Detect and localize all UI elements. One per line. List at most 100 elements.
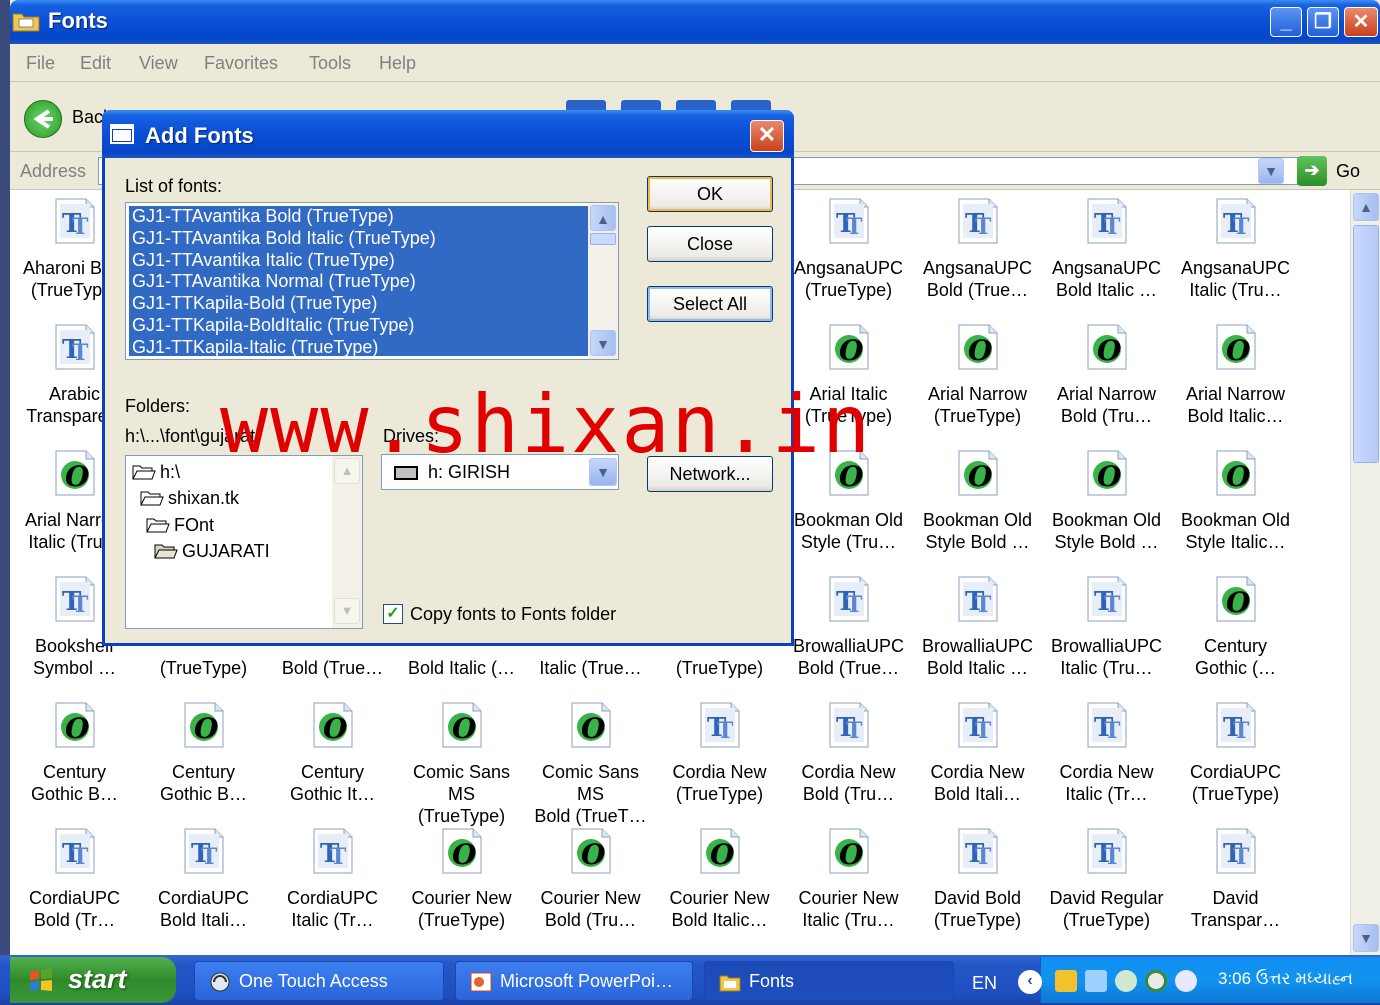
- font-item[interactable]: T T David Transpar…: [1171, 820, 1300, 946]
- font-list-scrollbar[interactable]: ▲ ▼: [588, 203, 618, 359]
- list-item[interactable]: GJ1-TTKapila-BoldItalic (TrueType): [129, 315, 588, 337]
- font-item[interactable]: T T AngsanaUPC Italic (Tru…: [1171, 190, 1300, 316]
- menu-file[interactable]: File: [26, 53, 55, 74]
- start-button[interactable]: start: [10, 957, 176, 1003]
- font-item[interactable]: O Century Gothic B…: [139, 694, 268, 820]
- font-name-line2: Bold (Tru…: [802, 784, 895, 804]
- tray-status-icon[interactable]: [1145, 970, 1167, 992]
- font-item[interactable]: O Bookman Old Style Bold …: [913, 442, 1042, 568]
- close-dialog-button[interactable]: Close: [647, 226, 773, 262]
- font-item[interactable]: O Comic Sans MS (TrueType): [397, 694, 526, 826]
- vertical-scrollbar[interactable]: ▲ ▼: [1350, 190, 1380, 955]
- scroll-up-button[interactable]: ▲: [590, 205, 616, 231]
- ok-button[interactable]: OK: [647, 176, 773, 212]
- font-item[interactable]: O Courier New (TrueType): [397, 820, 526, 946]
- font-name-line1: BrowalliaUPC: [792, 636, 905, 656]
- tree-item-root[interactable]: h:\: [132, 460, 180, 484]
- back-button[interactable]: [24, 100, 62, 138]
- maximize-button[interactable]: ❐: [1307, 7, 1339, 37]
- list-item[interactable]: GJ1-TTKapila-Italic (TrueType): [129, 337, 588, 359]
- tree-item-shixan[interactable]: shixan.tk: [140, 486, 239, 510]
- font-item[interactable]: T T CordiaUPC Bold (Tr…: [10, 820, 139, 946]
- font-item[interactable]: T T CordiaUPC Italic (Tr…: [268, 820, 397, 946]
- font-item[interactable]: O Century Gothic B…: [10, 694, 139, 820]
- font-item[interactable]: T T AngsanaUPC Bold (True…: [913, 190, 1042, 316]
- font-name-line2: (TrueType): [933, 406, 1022, 426]
- task-one-touch-access[interactable]: One Touch Access: [194, 961, 444, 1001]
- menu-help[interactable]: Help: [379, 53, 416, 74]
- list-item[interactable]: GJ1-TTKapila-Bold (TrueType): [129, 293, 588, 315]
- font-item[interactable]: T T David Bold (TrueType): [913, 820, 1042, 946]
- font-item[interactable]: O Arial Narrow (TrueType): [913, 316, 1042, 442]
- font-name-line2: Bold Italic…: [671, 910, 768, 930]
- scroll-down-button[interactable]: ▼: [590, 330, 616, 356]
- font-item[interactable]: T T Cordia New Italic (Tr…: [1042, 694, 1171, 820]
- font-item[interactable]: O Bookman Old Style Italic…: [1171, 442, 1300, 568]
- font-item[interactable]: O Arial Narrow Bold Italic…: [1171, 316, 1300, 442]
- font-item[interactable]: O Century Gothic It…: [268, 694, 397, 820]
- scroll-up-button[interactable]: ▲: [1353, 193, 1379, 221]
- font-item[interactable]: T T David Regular (TrueType): [1042, 820, 1171, 946]
- tree-item-gujarati[interactable]: GUJARATI: [154, 539, 270, 563]
- font-item[interactable]: O Arial Narrow Bold (Tru…: [1042, 316, 1171, 442]
- font-item-label: Bookman Old Style Italic…: [1171, 509, 1300, 553]
- scroll-down-button[interactable]: ▼: [1353, 924, 1379, 952]
- font-item[interactable]: T T AngsanaUPC (TrueType): [784, 190, 913, 316]
- task-powerpoint[interactable]: Microsoft PowerPoi…: [455, 961, 693, 1001]
- menu-tools[interactable]: Tools: [309, 53, 351, 74]
- list-item[interactable]: GJ1-TTAvantika Italic (TrueType): [129, 250, 588, 272]
- select-all-button[interactable]: Select All: [647, 286, 773, 322]
- list-item[interactable]: GJ1-TTAvantika Bold (TrueType): [129, 206, 588, 228]
- font-item[interactable]: O Courier New Italic (Tru…: [784, 820, 913, 946]
- folder-tree[interactable]: h:\ shixan.tk FOnt GUJARATI ▲ ▼: [125, 455, 363, 629]
- minimize-button[interactable]: _: [1270, 7, 1302, 37]
- font-item[interactable]: T T BrowalliaUPC Italic (Tru…: [1042, 568, 1171, 694]
- menu-edit[interactable]: Edit: [80, 53, 111, 74]
- font-item[interactable]: T T BrowalliaUPC Bold (True…: [784, 568, 913, 694]
- font-name-line2: Gothic It…: [289, 784, 376, 804]
- font-item[interactable]: T T Cordia New Bold (Tru…: [784, 694, 913, 820]
- tray-tool-icon[interactable]: [1115, 970, 1137, 992]
- scroll-down-button[interactable]: ▼: [334, 598, 360, 624]
- font-item[interactable]: O Century Gothic (…: [1171, 568, 1300, 694]
- show-hidden-icons-button[interactable]: ‹: [1018, 970, 1042, 994]
- font-item[interactable]: O Bookman Old Style Bold …: [1042, 442, 1171, 568]
- go-label[interactable]: Go: [1336, 161, 1360, 182]
- font-item[interactable]: T T BrowalliaUPC Bold Italic …: [913, 568, 1042, 694]
- font-item[interactable]: T T CordiaUPC (TrueType): [1171, 694, 1300, 820]
- dialog-close-button[interactable]: ✕: [750, 120, 784, 152]
- font-item[interactable]: T T Cordia New (TrueType): [655, 694, 784, 820]
- menu-view[interactable]: View: [139, 53, 178, 74]
- title-bar[interactable]: Fonts _ ❐ ✕: [10, 0, 1380, 44]
- tray-network-icon[interactable]: [1055, 970, 1077, 992]
- copy-fonts-label[interactable]: Copy fonts to Fonts folder: [410, 604, 616, 625]
- tray-monitor-icon[interactable]: [1085, 970, 1107, 992]
- address-dropdown-button[interactable]: ▼: [1258, 158, 1284, 184]
- svg-text:O: O: [581, 838, 606, 871]
- opentype-font-icon: O: [571, 828, 611, 874]
- scroll-thumb[interactable]: [590, 233, 616, 245]
- font-item[interactable]: O Courier New Bold (Tru…: [526, 820, 655, 946]
- go-arrow-icon[interactable]: ➔: [1297, 156, 1327, 186]
- font-item[interactable]: O Comic Sans MS Bold (TrueT…: [526, 694, 655, 826]
- language-indicator[interactable]: EN: [972, 973, 997, 994]
- close-button[interactable]: ✕: [1344, 7, 1378, 37]
- font-listbox[interactable]: GJ1-TTAvantika Bold (TrueType) GJ1-TTAva…: [125, 202, 619, 360]
- folder-tree-scrollbar[interactable]: ▲ ▼: [332, 456, 362, 628]
- font-item[interactable]: T T CordiaUPC Bold Itali…: [139, 820, 268, 946]
- list-item[interactable]: GJ1-TTAvantika Normal (TrueType): [129, 271, 588, 293]
- font-item[interactable]: T T Cordia New Bold Itali…: [913, 694, 1042, 820]
- font-item[interactable]: T T AngsanaUPC Bold Italic …: [1042, 190, 1171, 316]
- menu-favorites[interactable]: Favorites: [204, 53, 278, 74]
- list-item[interactable]: GJ1-TTAvantika Bold Italic (TrueType): [129, 228, 588, 250]
- font-name-line1: Bookman Old: [922, 510, 1033, 530]
- font-item[interactable]: O Courier New Bold Italic…: [655, 820, 784, 946]
- tree-item-font[interactable]: FOnt: [146, 513, 214, 537]
- copy-fonts-checkbox[interactable]: ✓: [383, 604, 403, 624]
- dialog-title-bar[interactable]: Add Fonts ✕: [102, 110, 794, 158]
- tree-item-label: shixan.tk: [168, 488, 240, 508]
- scroll-thumb[interactable]: [1353, 225, 1379, 463]
- font-name-line1: Courier New: [411, 888, 512, 908]
- tray-speaker-icon[interactable]: [1175, 970, 1197, 992]
- task-fonts[interactable]: Fonts: [704, 961, 954, 1001]
